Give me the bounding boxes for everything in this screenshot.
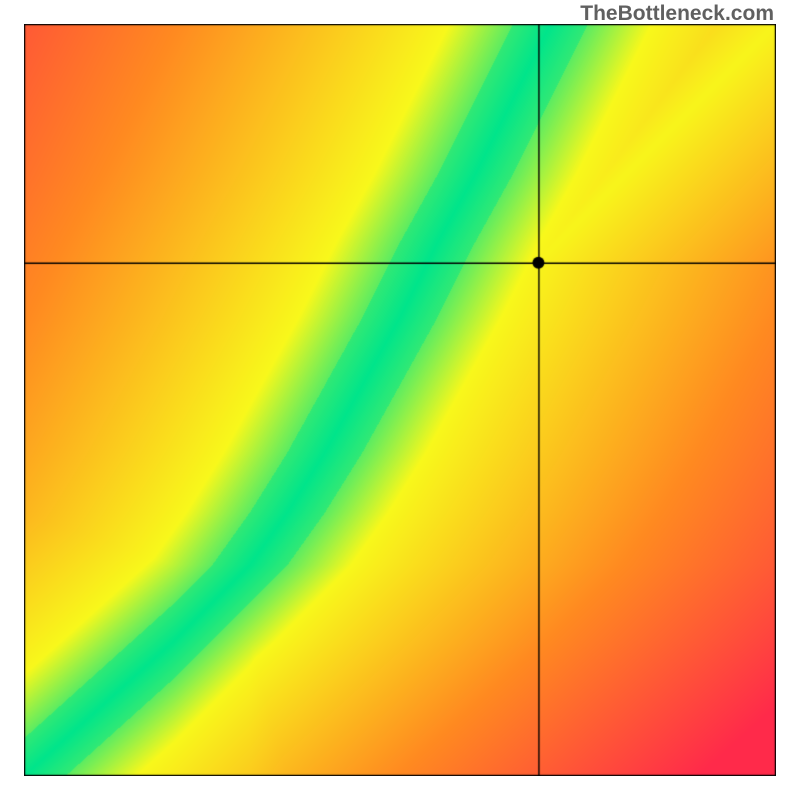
watermark-text: TheBottleneck.com (580, 2, 774, 26)
heatmap-chart (24, 24, 776, 776)
heatmap-canvas (24, 24, 776, 776)
